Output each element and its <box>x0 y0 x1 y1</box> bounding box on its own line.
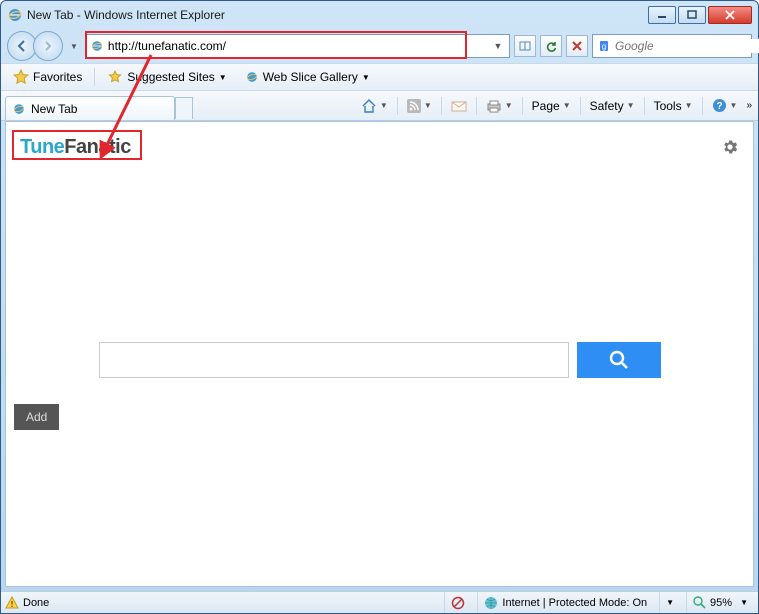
star-plus-icon <box>107 69 123 85</box>
new-tab-button[interactable] <box>175 97 193 119</box>
warning-icon <box>5 596 19 610</box>
favorites-label: Favorites <box>33 70 82 84</box>
chevron-down-icon[interactable]: ▼ <box>67 42 81 51</box>
window-controls <box>648 6 752 24</box>
address-dropdown-icon[interactable]: ▼ <box>491 41 505 51</box>
suggested-sites-label: Suggested Sites <box>127 70 214 84</box>
window-title: New Tab - Windows Internet Explorer <box>27 8 225 22</box>
tools-menu[interactable]: Tools▼ <box>649 97 698 115</box>
popup-blocked-icon[interactable] <box>444 592 471 613</box>
tab-new-tab[interactable]: New Tab <box>5 96 175 120</box>
chevron-down-icon: ▼ <box>362 73 370 82</box>
page-content: TuneFanatic Add <box>5 121 754 587</box>
address-bar[interactable]: ▼ <box>85 34 510 58</box>
forward-button[interactable] <box>33 31 63 61</box>
tab-label: New Tab <box>31 102 77 116</box>
zoom-control[interactable]: 95% ▼ <box>686 592 754 613</box>
security-zone[interactable]: Internet | Protected Mode: On <box>477 592 653 613</box>
ie-page-icon <box>90 39 104 53</box>
web-slice-label: Web Slice Gallery <box>263 70 358 84</box>
help-button[interactable]: ?▼ <box>707 96 743 115</box>
web-slice-button[interactable]: Web Slice Gallery ▼ <box>239 68 376 86</box>
feeds-button[interactable]: ▼ <box>402 97 437 115</box>
ie-page-icon <box>12 102 26 116</box>
suggested-sites-button[interactable]: Suggested Sites ▼ <box>101 67 232 87</box>
browser-search-box[interactable]: g ▼ <box>592 34 752 58</box>
maximize-button[interactable] <box>678 6 706 24</box>
home-button[interactable]: ▼ <box>356 96 393 116</box>
site-search-button[interactable] <box>577 342 661 378</box>
ie-page-icon <box>245 70 259 84</box>
page-menu[interactable]: Page▼ <box>527 97 576 115</box>
star-icon <box>13 69 29 85</box>
site-search-input[interactable] <box>99 342 569 378</box>
minimize-button[interactable] <box>648 6 676 24</box>
site-logo[interactable]: TuneFanatic <box>14 132 137 163</box>
navigation-row: ▼ ▼ g ▼ <box>1 29 758 63</box>
titlebar: New Tab - Windows Internet Explorer <box>1 1 758 29</box>
zoom-icon <box>693 596 706 609</box>
google-icon: g <box>597 39 611 53</box>
search-area <box>6 342 753 378</box>
compat-view-button[interactable] <box>514 35 536 57</box>
overflow-icon[interactable]: » <box>744 100 754 111</box>
status-bar: Done Internet | Protected Mode: On ▼ 95%… <box>1 591 758 613</box>
refresh-button[interactable] <box>540 35 562 57</box>
zoom-value: 95% <box>710 597 732 609</box>
stop-button[interactable] <box>566 35 588 57</box>
settings-button[interactable] <box>721 138 739 156</box>
command-bar: ▼ ▼ ▼ Page▼ Safety▼ Tools▼ ?▼ » <box>356 96 754 116</box>
ie-window: New Tab - Windows Internet Explorer ▼ ▼ … <box>0 0 759 614</box>
address-input[interactable] <box>108 39 491 53</box>
zone-label: Internet | Protected Mode: On <box>502 597 647 609</box>
read-mail-button[interactable] <box>446 97 472 115</box>
globe-icon <box>484 596 498 610</box>
print-button[interactable]: ▼ <box>481 97 518 115</box>
protected-mode-dropdown[interactable]: ▼ <box>659 592 680 613</box>
chevron-down-icon: ▼ <box>219 73 227 82</box>
svg-text:g: g <box>602 42 606 51</box>
safety-menu[interactable]: Safety▼ <box>585 97 640 115</box>
favorites-bar: Favorites Suggested Sites ▼ Web Slice Ga… <box>1 63 758 91</box>
svg-text:?: ? <box>716 101 722 112</box>
browser-search-input[interactable] <box>615 39 759 53</box>
favorites-button[interactable]: Favorites <box>7 67 88 87</box>
add-button[interactable]: Add <box>14 404 59 430</box>
close-button[interactable] <box>708 6 752 24</box>
search-icon <box>608 349 630 371</box>
status-text: Done <box>23 597 49 609</box>
logo-fanatic: Fanatic <box>64 136 131 158</box>
logo-tune: Tune <box>20 136 64 158</box>
ie-logo-icon <box>7 7 23 23</box>
tab-row: New Tab ▼ ▼ ▼ Page▼ Safety▼ Tools▼ ?▼ » <box>1 91 758 121</box>
separator <box>94 68 95 86</box>
